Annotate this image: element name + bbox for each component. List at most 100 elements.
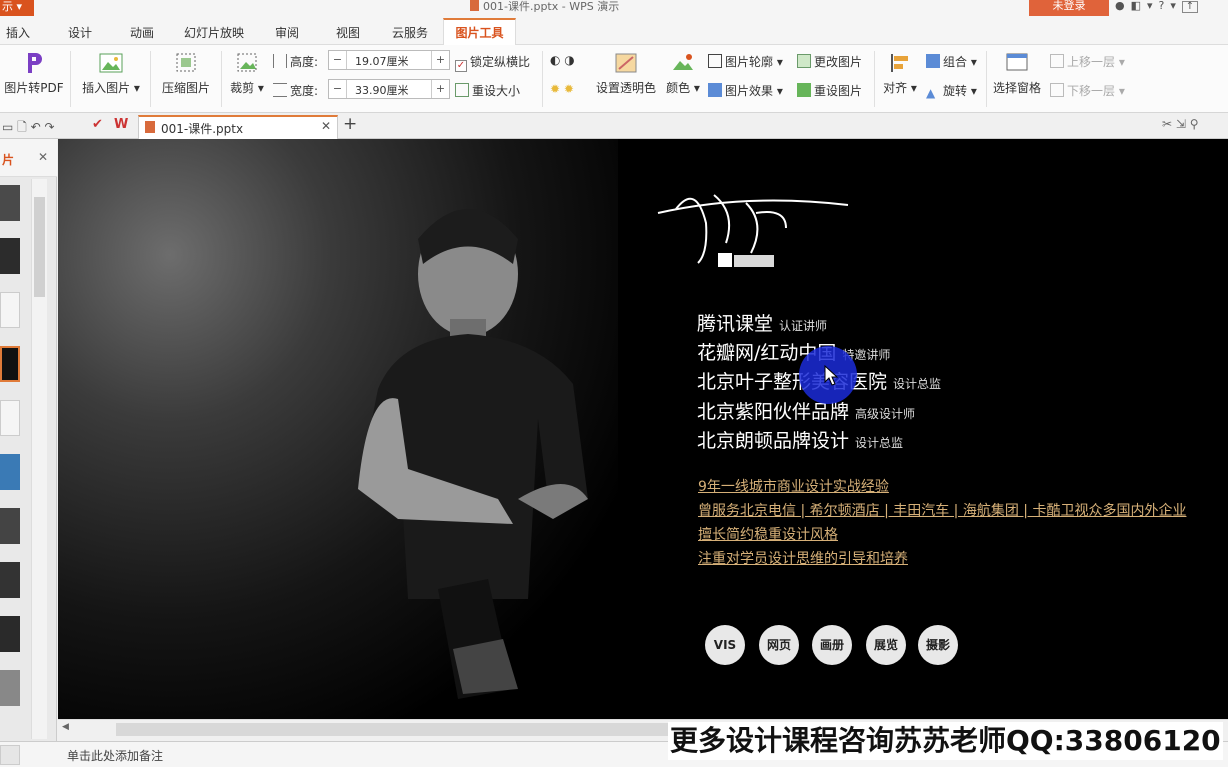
set-transparent-button[interactable]: 设置透明色 (594, 51, 658, 96)
picture-icon (98, 51, 124, 75)
reset-size-button[interactable]: 重设大小 (455, 82, 520, 99)
rotate-button[interactable]: ▲ 旋转 ▾ (926, 82, 977, 100)
pptx-file-icon (470, 0, 479, 11)
tab-picture-tools[interactable]: 图片工具 (443, 18, 516, 45)
change-picture-button[interactable]: 更改图片 (797, 53, 862, 70)
portrait-photo[interactable] (338, 169, 658, 719)
scroll-left-icon[interactable]: ◀ (62, 722, 69, 732)
panel-tab-label[interactable]: 片 (2, 151, 14, 168)
insert-picture-button[interactable]: 插入图片 ▾ (80, 51, 142, 96)
insert-picture-label: 插入图片 (82, 81, 131, 95)
undo-icon[interactable]: ↶ (31, 120, 41, 134)
height-decrease[interactable]: − (329, 51, 347, 69)
slide-thumbnail[interactable] (0, 562, 20, 598)
share-icon[interactable]: ⇲ (1176, 117, 1186, 131)
role-org: 北京紫阳伙伴品牌 (697, 401, 850, 423)
skin-icon[interactable]: ◧▾ (1131, 0, 1159, 12)
redo-icon[interactable]: ↷ (45, 120, 55, 134)
feedback-icon[interactable]: ● (1115, 0, 1131, 12)
tab-insert[interactable]: 插入 (6, 24, 30, 41)
pin-icon[interactable]: ✂ (1162, 117, 1172, 131)
send-backward-button[interactable]: 下移一层 ▾ (1050, 82, 1125, 99)
change-picture-icon (797, 54, 811, 68)
slide-thumbnail[interactable] (0, 670, 20, 706)
color-button[interactable]: 颜色 ▾ (664, 51, 702, 96)
height-value[interactable]: 19.07厘米 (355, 53, 409, 69)
slide-thumbnail[interactable] (0, 454, 20, 490)
tab-review[interactable]: 审阅 (275, 24, 299, 41)
effects-button[interactable]: 图片效果 ▾ (708, 82, 783, 99)
transparent-icon (613, 51, 639, 75)
thumbnail-scrollbar[interactable] (31, 179, 47, 739)
close-panel-icon[interactable]: ✕ (38, 150, 48, 164)
group-button[interactable]: 组合 ▾ (926, 53, 977, 70)
highlight-text[interactable]: 注重对学员设计思维的引导和培养 (698, 548, 908, 568)
highlight-text[interactable]: 9年一线城市商业设计实战经验 (698, 476, 889, 496)
highlight-text[interactable]: 曾服务北京电信 | 希尔顿酒店 | 丰田汽车 | 海航集团 | 卡酷卫视众多国内… (698, 500, 1186, 520)
width-decrease[interactable]: − (329, 80, 347, 98)
notes-toggle[interactable] (0, 745, 20, 765)
reset-picture-button[interactable]: 重设图片 (797, 82, 862, 99)
width-value[interactable]: 33.90厘米 (355, 82, 409, 98)
format-painter-icon[interactable]: ✔ (92, 117, 103, 132)
wps-logo-icon[interactable]: W (114, 117, 128, 132)
slide-thumbnail[interactable] (0, 508, 20, 544)
skill-pill-photo[interactable]: 摄影 (918, 625, 958, 665)
skill-pill-vis[interactable]: VIS (705, 625, 745, 665)
crop-button[interactable]: 裁剪 ▾ (228, 51, 266, 96)
bring-forward-icon (1050, 54, 1064, 68)
preview-icon[interactable]: 🗋 (17, 120, 27, 134)
slide-thumbnail[interactable] (0, 292, 20, 328)
brightness-icon[interactable]: ✹ ✹ (550, 82, 574, 96)
width-increase[interactable]: + (431, 80, 449, 98)
new-tab-icon[interactable]: + (343, 114, 357, 134)
save-icon[interactable]: ▭ (2, 120, 13, 134)
skill-pill-web[interactable]: 网页 (759, 625, 799, 665)
effects-icon (708, 83, 722, 97)
highlight-text[interactable]: 擅长简约稳重设计风格 (698, 524, 838, 544)
slide-canvas[interactable]: 腾讯课堂 认证讲师 花瓣网/红动中国 特邀讲师 北京叶子整形美容医院 设计总监 北京紫… (58, 139, 1228, 719)
contrast-icon[interactable]: ◐ ◑ (550, 53, 575, 67)
align-icon (887, 51, 913, 75)
role-title: 认证讲师 (779, 319, 828, 333)
outline-icon (708, 54, 722, 68)
lock-ratio-checkbox[interactable]: ✓ 锁定纵横比 (455, 53, 530, 72)
tab-view[interactable]: 视图 (336, 24, 360, 41)
tab-animation[interactable]: 动画 (130, 24, 154, 41)
role-row: 花瓣网/红动中国 特邀讲师 (697, 338, 890, 365)
slide-thumbnail[interactable] (0, 185, 20, 221)
help-icon[interactable]: ?▾ (1159, 0, 1182, 12)
slide-thumbnail[interactable] (0, 238, 20, 274)
slide-thumbnail[interactable] (0, 616, 20, 652)
width-stepper[interactable]: −33.90厘米 + (328, 79, 450, 99)
bring-forward-button[interactable]: 上移一层 ▾ (1050, 53, 1125, 70)
role-row: 北京朗顿品牌设计 设计总监 (697, 426, 903, 453)
crop-label: 裁剪 (230, 81, 255, 95)
login-button[interactable]: 未登录 (1029, 0, 1109, 16)
app-menu-button[interactable]: 示 ▾ (0, 0, 34, 16)
contrast-buttons[interactable]: ◐ ◑ (550, 53, 575, 67)
search-icon[interactable]: ⚲ (1190, 117, 1199, 131)
tab-cloud[interactable]: 云服务 (392, 24, 428, 41)
role-row: 腾讯课堂 认证讲师 (697, 309, 827, 336)
skill-pill-exhibition[interactable]: 展览 (866, 625, 906, 665)
compress-picture-button[interactable]: 压缩图片 (158, 51, 214, 96)
slide-thumbnail[interactable] (0, 400, 20, 436)
notes-placeholder[interactable]: 单击此处添加备注 (67, 747, 163, 764)
close-tab-icon[interactable]: ✕ (321, 119, 331, 133)
scroll-thumb[interactable] (34, 197, 45, 297)
skill-pill-brochure[interactable]: 画册 (812, 625, 852, 665)
align-button[interactable]: 对齐 ▾ (880, 51, 920, 96)
document-tab[interactable]: 001-课件.pptx ✕ (138, 115, 338, 139)
height-stepper[interactable]: −19.07厘米 + (328, 50, 450, 70)
reset-size-label: 重设大小 (472, 84, 521, 98)
height-increase[interactable]: + (431, 51, 449, 69)
selection-pane-button[interactable]: 选择窗格 (990, 51, 1044, 96)
slide-thumbnail-selected[interactable] (0, 346, 20, 382)
brightness-buttons[interactable]: ✹ ✹ (550, 82, 574, 96)
outline-button[interactable]: 图片轮廓 ▾ (708, 53, 783, 70)
minimize-icon[interactable]: ↑ (1181, 1, 1198, 13)
tab-design[interactable]: 设计 (68, 24, 92, 41)
tab-slideshow[interactable]: 幻灯片放映 (184, 24, 244, 41)
to-pdf-button[interactable]: 图片转PDF (4, 51, 64, 96)
